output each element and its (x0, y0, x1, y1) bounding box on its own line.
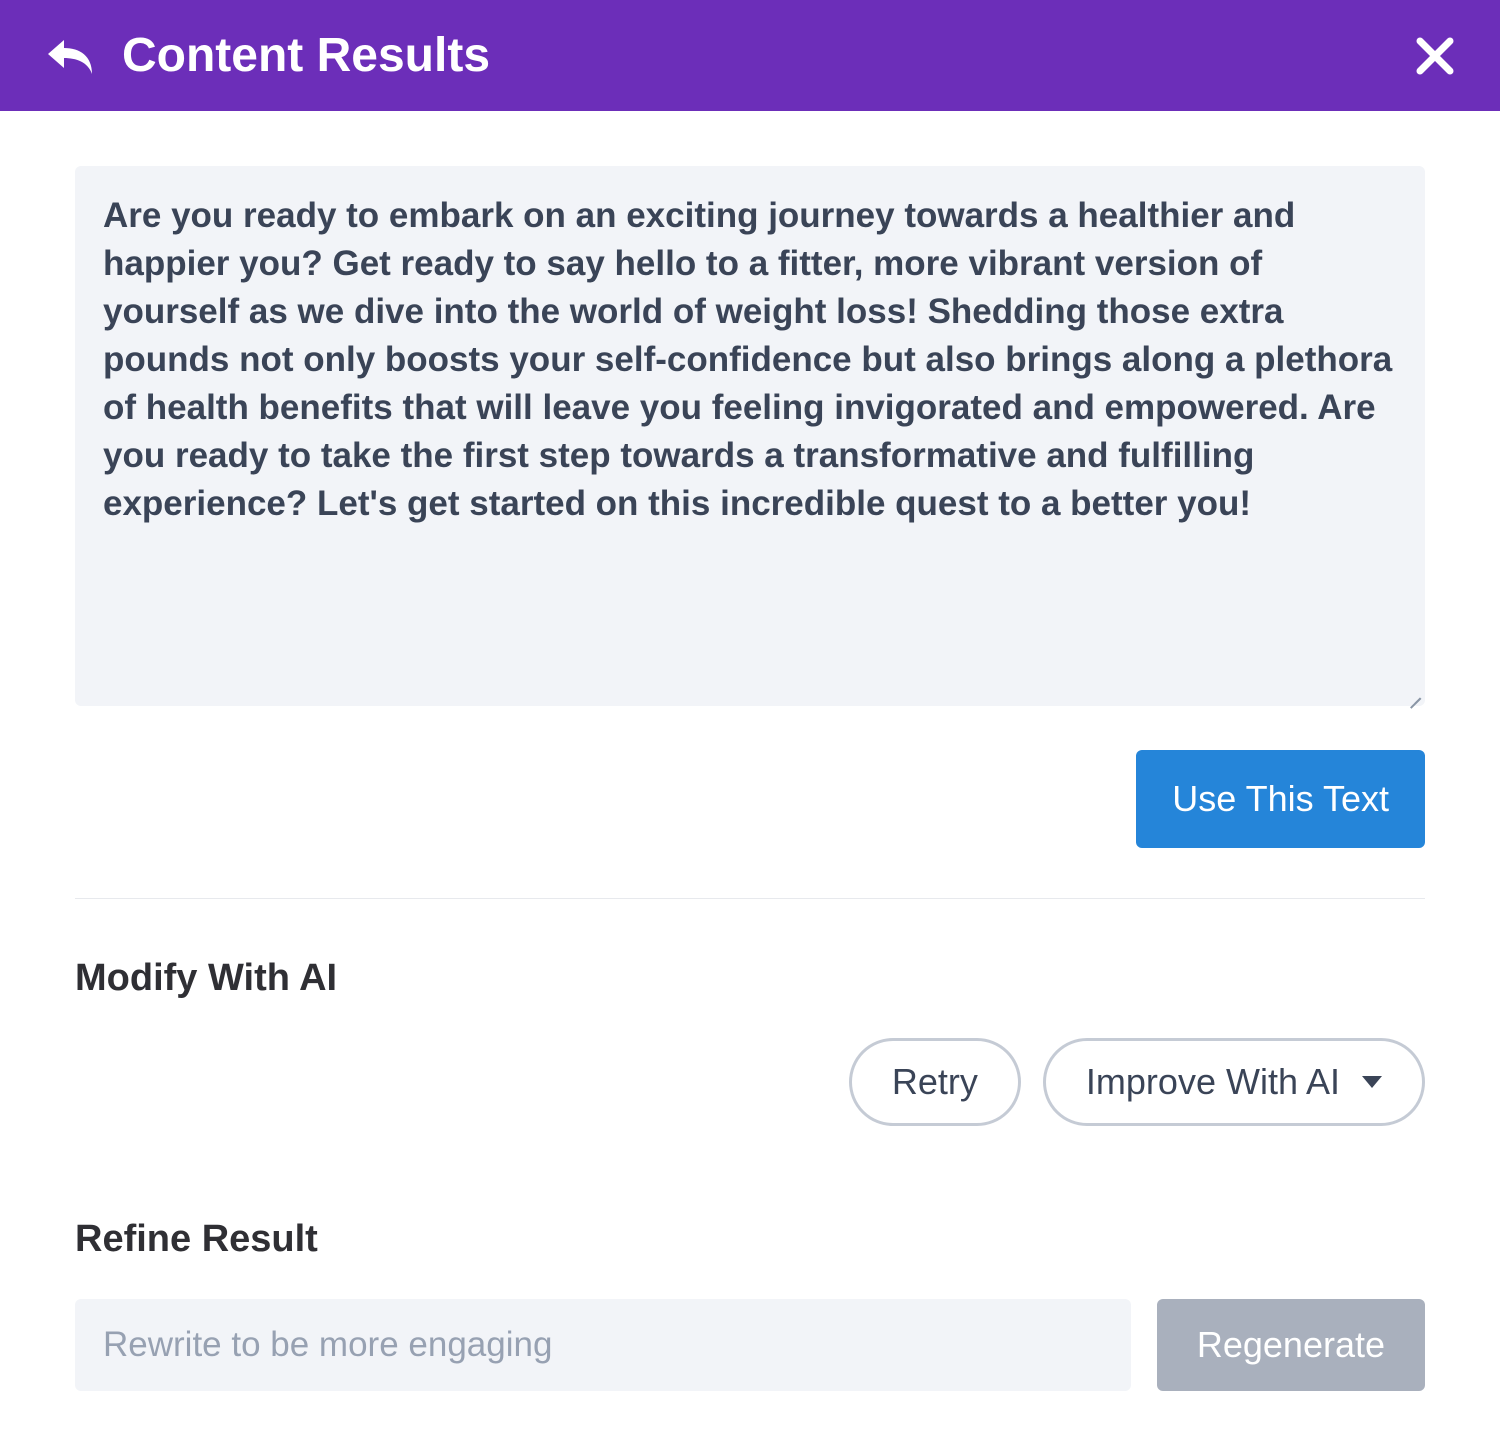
modify-section-title: Modify With AI (75, 957, 1425, 1000)
header-bar: Content Results (0, 0, 1500, 111)
close-icon (1416, 37, 1454, 75)
refine-input[interactable] (75, 1299, 1131, 1391)
close-button[interactable] (1416, 37, 1454, 75)
improve-label: Improve With AI (1086, 1061, 1340, 1103)
page-title: Content Results (122, 28, 490, 83)
back-button[interactable] (46, 36, 94, 76)
reply-arrow-icon (46, 36, 94, 76)
improve-with-ai-dropdown[interactable]: Improve With AI (1043, 1038, 1425, 1126)
retry-button[interactable]: Retry (849, 1038, 1021, 1126)
result-textarea[interactable]: Are you ready to embark on an exciting j… (75, 166, 1425, 706)
chevron-down-icon (1362, 1076, 1382, 1088)
resize-handle-icon (1403, 684, 1421, 702)
refine-section-title: Refine Result (75, 1218, 1425, 1261)
ai-buttons-row: Retry Improve With AI (75, 1038, 1425, 1126)
refine-row: Regenerate (75, 1299, 1425, 1391)
header-left: Content Results (46, 28, 490, 83)
content-area: Are you ready to embark on an exciting j… (0, 111, 1500, 1431)
regenerate-button[interactable]: Regenerate (1157, 1299, 1425, 1391)
divider (75, 898, 1425, 899)
use-this-text-button[interactable]: Use This Text (1136, 750, 1425, 848)
result-text: Are you ready to embark on an exciting j… (103, 192, 1397, 528)
actions-row: Use This Text (75, 750, 1425, 848)
retry-label: Retry (892, 1061, 978, 1103)
